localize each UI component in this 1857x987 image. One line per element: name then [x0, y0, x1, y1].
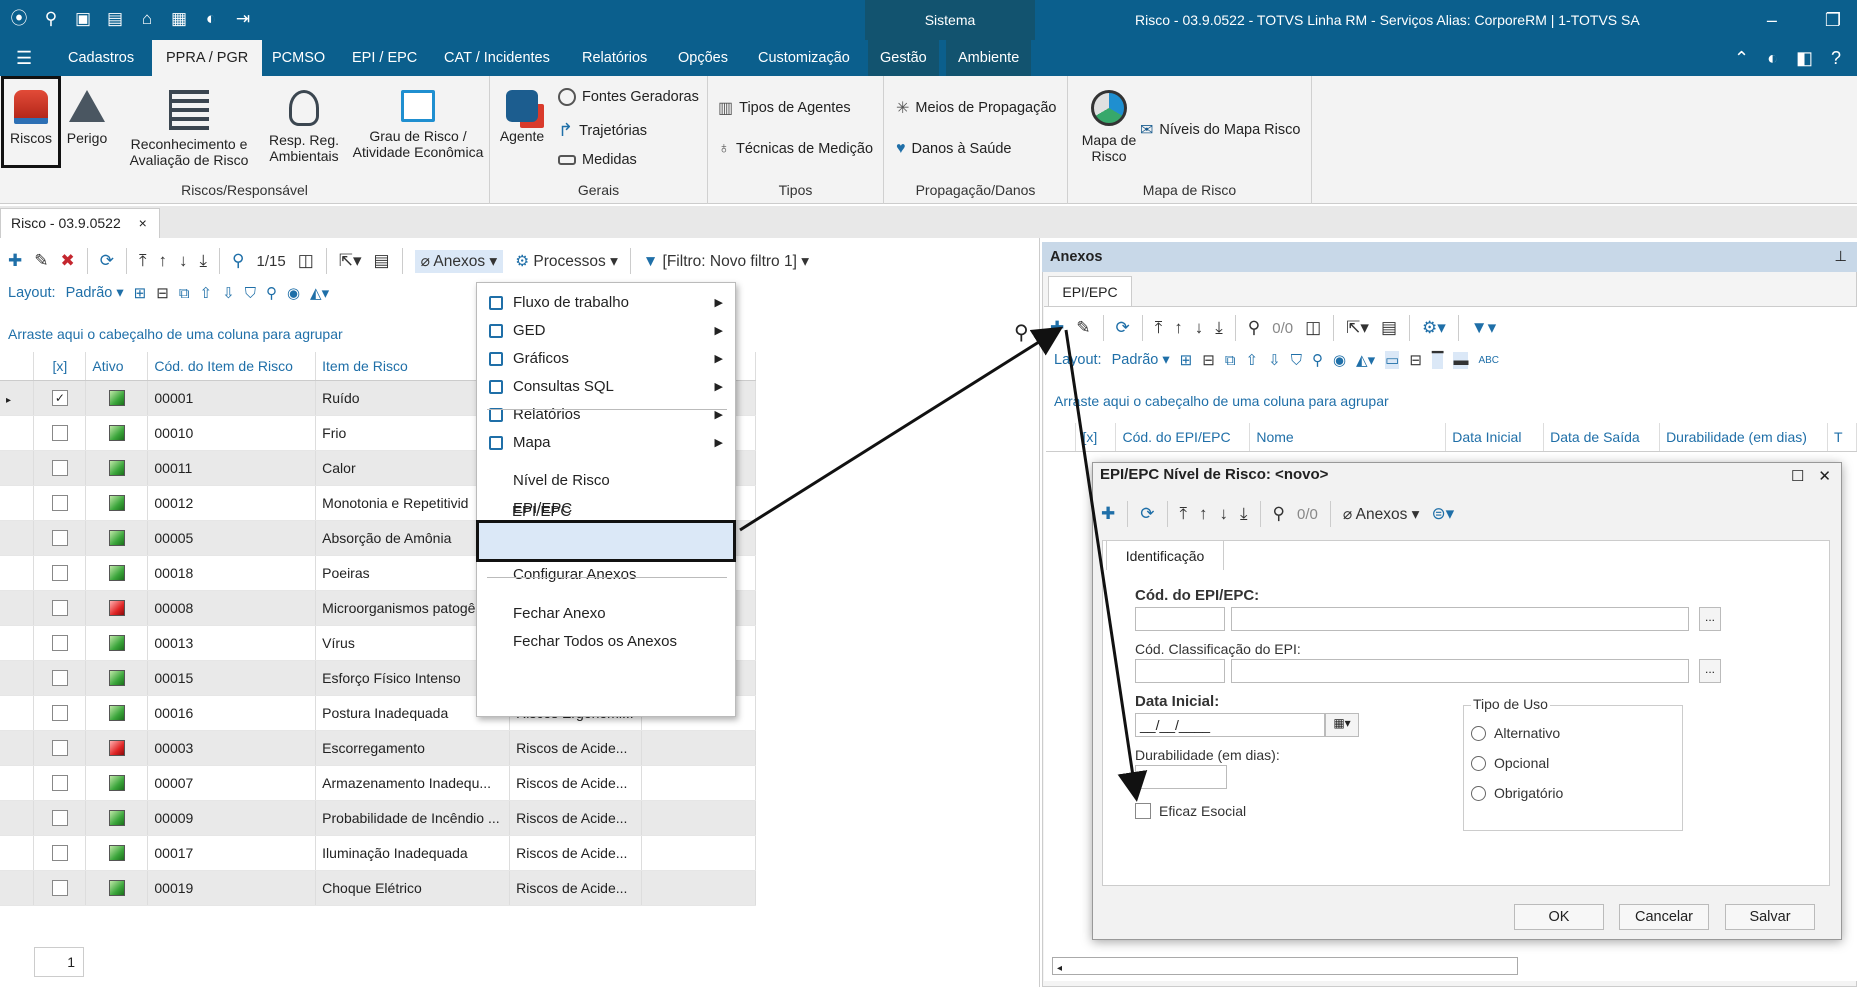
menu-item-label: EPI/EPC	[512, 503, 572, 520]
menu-item-epi-epc-selected[interactable]: EPI/EPC	[476, 496, 734, 528]
annotation-arrows	[739, 326, 1148, 802]
arrow-to-add-button	[739, 326, 1064, 532]
arrow-to-eficaz-checkbox	[1064, 329, 1148, 802]
